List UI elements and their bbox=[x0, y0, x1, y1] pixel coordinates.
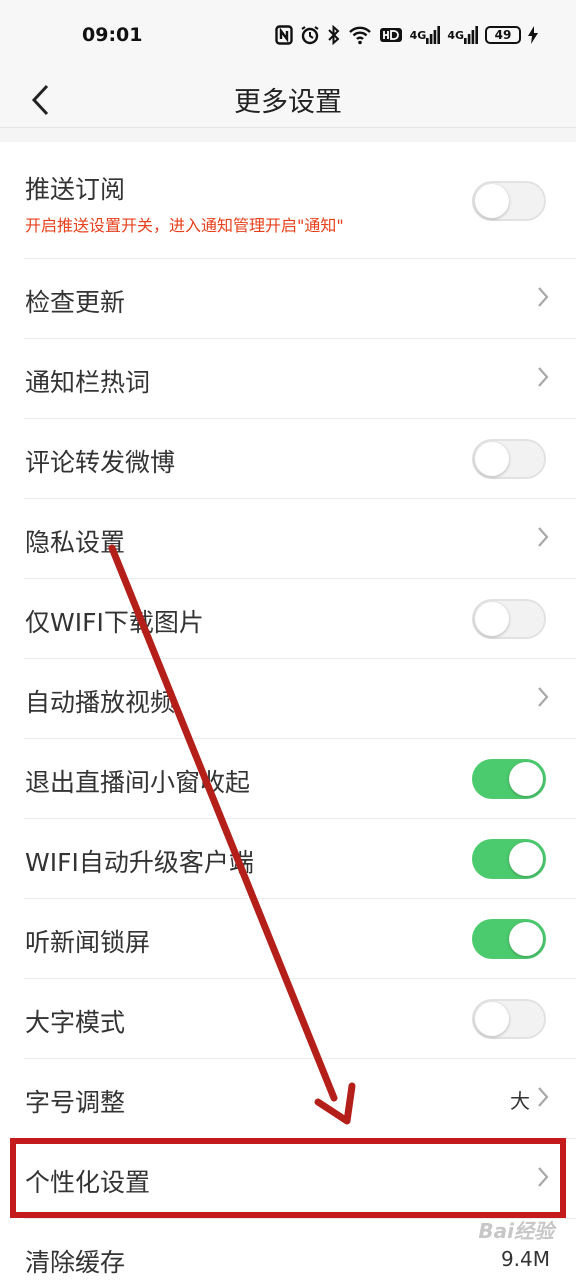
settings-row: 评论转发微博 bbox=[0, 419, 576, 499]
settings-row-label: 隐私设置 bbox=[25, 528, 126, 557]
wifi-icon bbox=[348, 24, 372, 46]
toggle-switch[interactable] bbox=[472, 839, 546, 879]
settings-row-label: 推送订阅 bbox=[25, 175, 126, 204]
toggle-knob bbox=[475, 1002, 509, 1036]
chevron-right-icon bbox=[538, 687, 549, 707]
signal-1-label: 4G bbox=[409, 28, 427, 42]
settings-row-control bbox=[536, 259, 550, 339]
chevron-right-icon-wrap bbox=[536, 525, 550, 553]
chevron-right-icon-wrap bbox=[536, 285, 550, 313]
alarm-icon bbox=[300, 24, 320, 46]
status-bar: 09:01 4G 4G 49 bbox=[0, 0, 576, 72]
settings-row: WIFI自动升级客户端 bbox=[0, 819, 576, 899]
settings-row-control bbox=[472, 819, 550, 899]
settings-row-control bbox=[536, 659, 550, 739]
chevron-right-icon bbox=[538, 1087, 549, 1107]
settings-row-label: 退出直播间小窗收起 bbox=[25, 768, 251, 797]
toggle-switch[interactable] bbox=[472, 439, 546, 479]
settings-row-control bbox=[472, 142, 550, 259]
settings-row-label: WIFI自动升级客户端 bbox=[25, 848, 254, 877]
settings-row-control bbox=[472, 419, 550, 499]
toggle-switch[interactable] bbox=[472, 999, 546, 1039]
toggle-knob bbox=[509, 922, 543, 956]
settings-row-value: 9.4M bbox=[500, 1247, 550, 1271]
status-time: 09:01 bbox=[82, 24, 143, 46]
settings-row[interactable]: 字号调整 大 bbox=[0, 1059, 576, 1139]
signal-2-label: 4G bbox=[447, 28, 464, 42]
settings-row-label: 自动播放视频 bbox=[25, 688, 176, 717]
toggle-switch[interactable] bbox=[472, 180, 546, 221]
settings-row-control: 9.4M bbox=[501, 1219, 550, 1280]
settings-row-control bbox=[536, 1139, 550, 1219]
settings-row: 退出直播间小窗收起 bbox=[0, 739, 576, 819]
settings-row[interactable]: 通知栏热词 bbox=[0, 339, 576, 419]
settings-list: 推送订阅开启推送设置开关，进入通知管理开启"通知" 检查更新通知栏热词评论转发微博… bbox=[0, 142, 576, 1280]
settings-row-control: 大 bbox=[510, 1059, 550, 1139]
settings-row[interactable]: 隐私设置 bbox=[0, 499, 576, 579]
chevron-right-icon bbox=[538, 527, 549, 547]
toggle-switch[interactable] bbox=[472, 759, 546, 799]
nfc-icon bbox=[274, 24, 293, 46]
chevron-right-icon-wrap bbox=[536, 685, 550, 713]
chevron-right-icon-wrap bbox=[536, 1085, 550, 1113]
settings-row-control bbox=[472, 739, 550, 819]
hd-icon bbox=[379, 24, 403, 46]
settings-row-label: 字号调整 bbox=[25, 1088, 126, 1117]
chevron-right-icon-wrap bbox=[536, 1165, 550, 1193]
settings-row[interactable]: 清除缓存 9.4M bbox=[0, 1219, 576, 1280]
header-gap bbox=[0, 128, 576, 142]
settings-row-label: 通知栏热词 bbox=[25, 368, 151, 397]
status-icons: 4G 4G 49 bbox=[274, 24, 538, 46]
signal-icon-2: 4G bbox=[447, 24, 478, 46]
toggle-knob bbox=[509, 762, 543, 796]
settings-row: 仅WIFI下载图片 bbox=[0, 579, 576, 659]
battery-indicator: 49 bbox=[485, 26, 521, 44]
bluetooth-icon bbox=[327, 24, 341, 46]
settings-row-label: 大字模式 bbox=[25, 1008, 126, 1037]
settings-row-control bbox=[536, 339, 550, 419]
toggle-knob bbox=[475, 442, 509, 476]
settings-row-hint: 开启推送设置开关，进入通知管理开启"通知" bbox=[25, 216, 344, 235]
chevron-right-icon bbox=[538, 287, 549, 307]
chevron-right-icon-wrap bbox=[536, 365, 550, 393]
settings-row[interactable]: 个性化设置 bbox=[0, 1139, 576, 1219]
charging-icon bbox=[528, 24, 538, 46]
screen: 09:01 4G 4G 49 更多设置 推送订阅 开启推送设置开关，进入通知管理… bbox=[0, 0, 576, 1280]
toggle-knob bbox=[509, 842, 543, 876]
toggle-switch[interactable] bbox=[472, 919, 546, 959]
signal-icon-1: 4G bbox=[410, 24, 441, 46]
settings-row-label: 检查更新 bbox=[25, 288, 126, 317]
settings-row-control bbox=[472, 579, 550, 659]
page-title: 更多设置 bbox=[234, 87, 342, 118]
settings-row: 推送订阅开启推送设置开关，进入通知管理开启"通知" bbox=[0, 142, 576, 259]
chevron-right-icon bbox=[538, 367, 549, 387]
toggle-knob bbox=[475, 183, 509, 218]
toggle-knob bbox=[475, 602, 509, 636]
settings-row-control bbox=[472, 979, 550, 1059]
chevron-right-icon bbox=[538, 1167, 549, 1187]
settings-row-control bbox=[536, 499, 550, 579]
settings-row-label: 个性化设置 bbox=[25, 1168, 151, 1197]
nav-bar: 更多设置 bbox=[0, 72, 576, 128]
settings-row-value: 大 bbox=[510, 1088, 530, 1113]
settings-row-label: 听新闻锁屏 bbox=[25, 928, 151, 957]
settings-row[interactable]: 检查更新 bbox=[0, 259, 576, 339]
settings-row: 听新闻锁屏 bbox=[0, 899, 576, 979]
settings-row-label: 评论转发微博 bbox=[25, 448, 176, 477]
settings-row-control bbox=[472, 899, 550, 979]
settings-row-label: 仅WIFI下载图片 bbox=[25, 608, 204, 637]
settings-row-label: 清除缓存 bbox=[25, 1248, 126, 1277]
settings-row: 大字模式 bbox=[0, 979, 576, 1059]
toggle-switch[interactable] bbox=[472, 599, 546, 639]
settings-row[interactable]: 自动播放视频 bbox=[0, 659, 576, 739]
